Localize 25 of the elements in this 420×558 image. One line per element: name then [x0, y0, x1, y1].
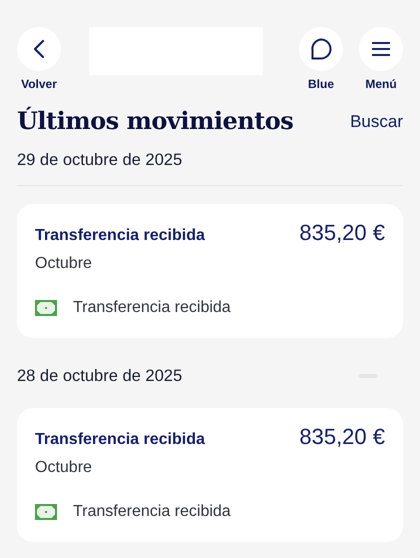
movement-category: Transferencia recibida — [73, 502, 231, 522]
movement-card[interactable]: Transferencia recibida 835,20 € Octubre Transferencia recibida — [17, 204, 403, 338]
button-label: Volver — [21, 76, 57, 93]
chat-icon — [310, 38, 332, 60]
menu-button[interactable] — [359, 27, 403, 71]
chat-button[interactable] — [299, 27, 343, 71]
movement-category: Transferencia recibida — [73, 298, 231, 318]
movement-card[interactable]: Transferencia recibida 835,20 € Octubre Transferencia recibida — [17, 408, 403, 542]
button-label: Menú — [365, 76, 397, 93]
back-icon — [33, 39, 45, 59]
back-button[interactable] — [17, 27, 61, 71]
page-title: Últimos movimientos — [17, 107, 294, 136]
movement-concept: Octubre — [35, 254, 93, 274]
button-label: Blue — [308, 76, 334, 93]
banknote-icon — [35, 300, 57, 316]
movement-amount: 835,20 € — [299, 426, 385, 448]
search-link[interactable]: Buscar — [350, 108, 403, 134]
banknote-icon — [35, 504, 57, 520]
menu-icon — [371, 42, 391, 56]
movement-title: Transferencia recibida — [35, 430, 205, 450]
movement-amount: 835,20 € — [299, 222, 385, 244]
movement-title: Transferencia recibida — [35, 226, 205, 246]
movement-concept: Octubre — [35, 458, 93, 478]
date-heading: 29 de octubre de 2025 — [17, 150, 182, 171]
date-heading: 28 de octubre de 2025 — [17, 366, 182, 387]
